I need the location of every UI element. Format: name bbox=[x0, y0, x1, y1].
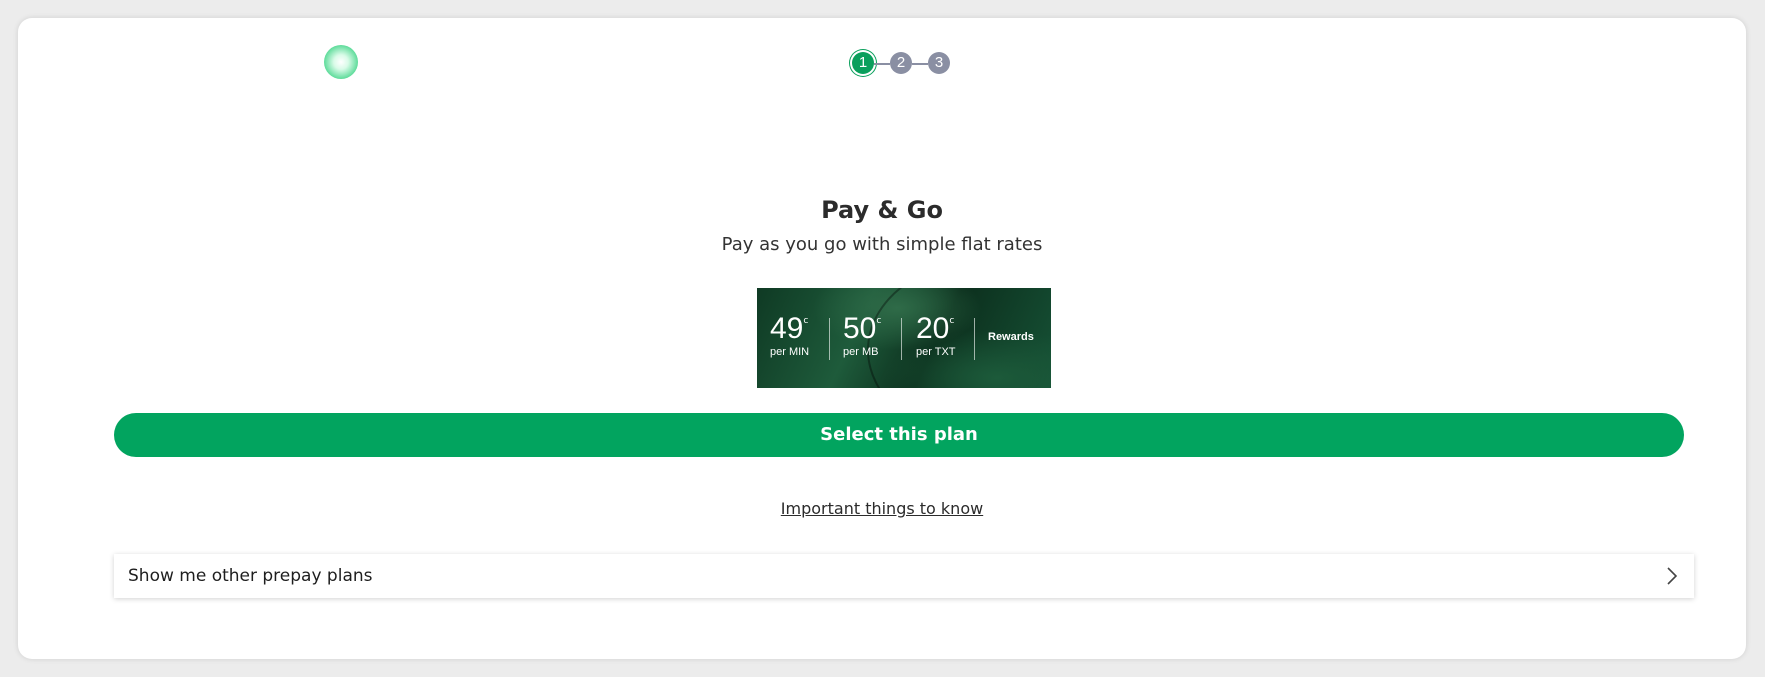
plan-title: Pay & Go bbox=[821, 196, 943, 224]
rate-label: per MB bbox=[843, 346, 879, 358]
rate-divider bbox=[901, 318, 902, 360]
rate-divider bbox=[829, 318, 830, 360]
rate-divider bbox=[974, 318, 975, 360]
other-plans-label: Show me other prepay plans bbox=[128, 566, 373, 586]
step-2: 2 bbox=[890, 52, 912, 74]
rate-value: 49 bbox=[770, 312, 804, 345]
plan-subtitle: Pay as you go with simple flat rates bbox=[721, 234, 1043, 255]
rate-value: 20 bbox=[916, 312, 950, 345]
rewards-label: Rewards bbox=[988, 331, 1034, 343]
chevron-right-icon bbox=[1667, 567, 1678, 585]
rates-banner: 49c per MIN 50c per MB 20c per TXT Rewar… bbox=[757, 288, 1051, 388]
other-plans-row[interactable]: Show me other prepay plans bbox=[114, 554, 1694, 598]
step-connector bbox=[874, 63, 890, 65]
rate-per-min: 49c per MIN bbox=[770, 312, 810, 359]
plan-card: 1 2 3 Pay & Go Pay as you go with simple… bbox=[18, 18, 1746, 659]
rate-unit: c bbox=[803, 316, 809, 326]
rate-label: per MIN bbox=[770, 346, 810, 358]
rate-unit: c bbox=[949, 316, 955, 326]
rate-value: 50 bbox=[843, 312, 877, 345]
rate-unit: c bbox=[876, 316, 882, 326]
important-things-link[interactable]: Important things to know bbox=[18, 499, 1746, 518]
step-3: 3 bbox=[928, 52, 950, 74]
rate-label: per TXT bbox=[916, 346, 956, 358]
rate-per-mb: 50c per MB bbox=[843, 312, 882, 359]
step-1: 1 bbox=[852, 52, 874, 74]
rate-per-txt: 20c per TXT bbox=[916, 312, 956, 359]
step-connector bbox=[912, 63, 928, 65]
cursor-indicator-icon bbox=[324, 45, 358, 79]
select-plan-button[interactable]: Select this plan bbox=[114, 413, 1684, 457]
